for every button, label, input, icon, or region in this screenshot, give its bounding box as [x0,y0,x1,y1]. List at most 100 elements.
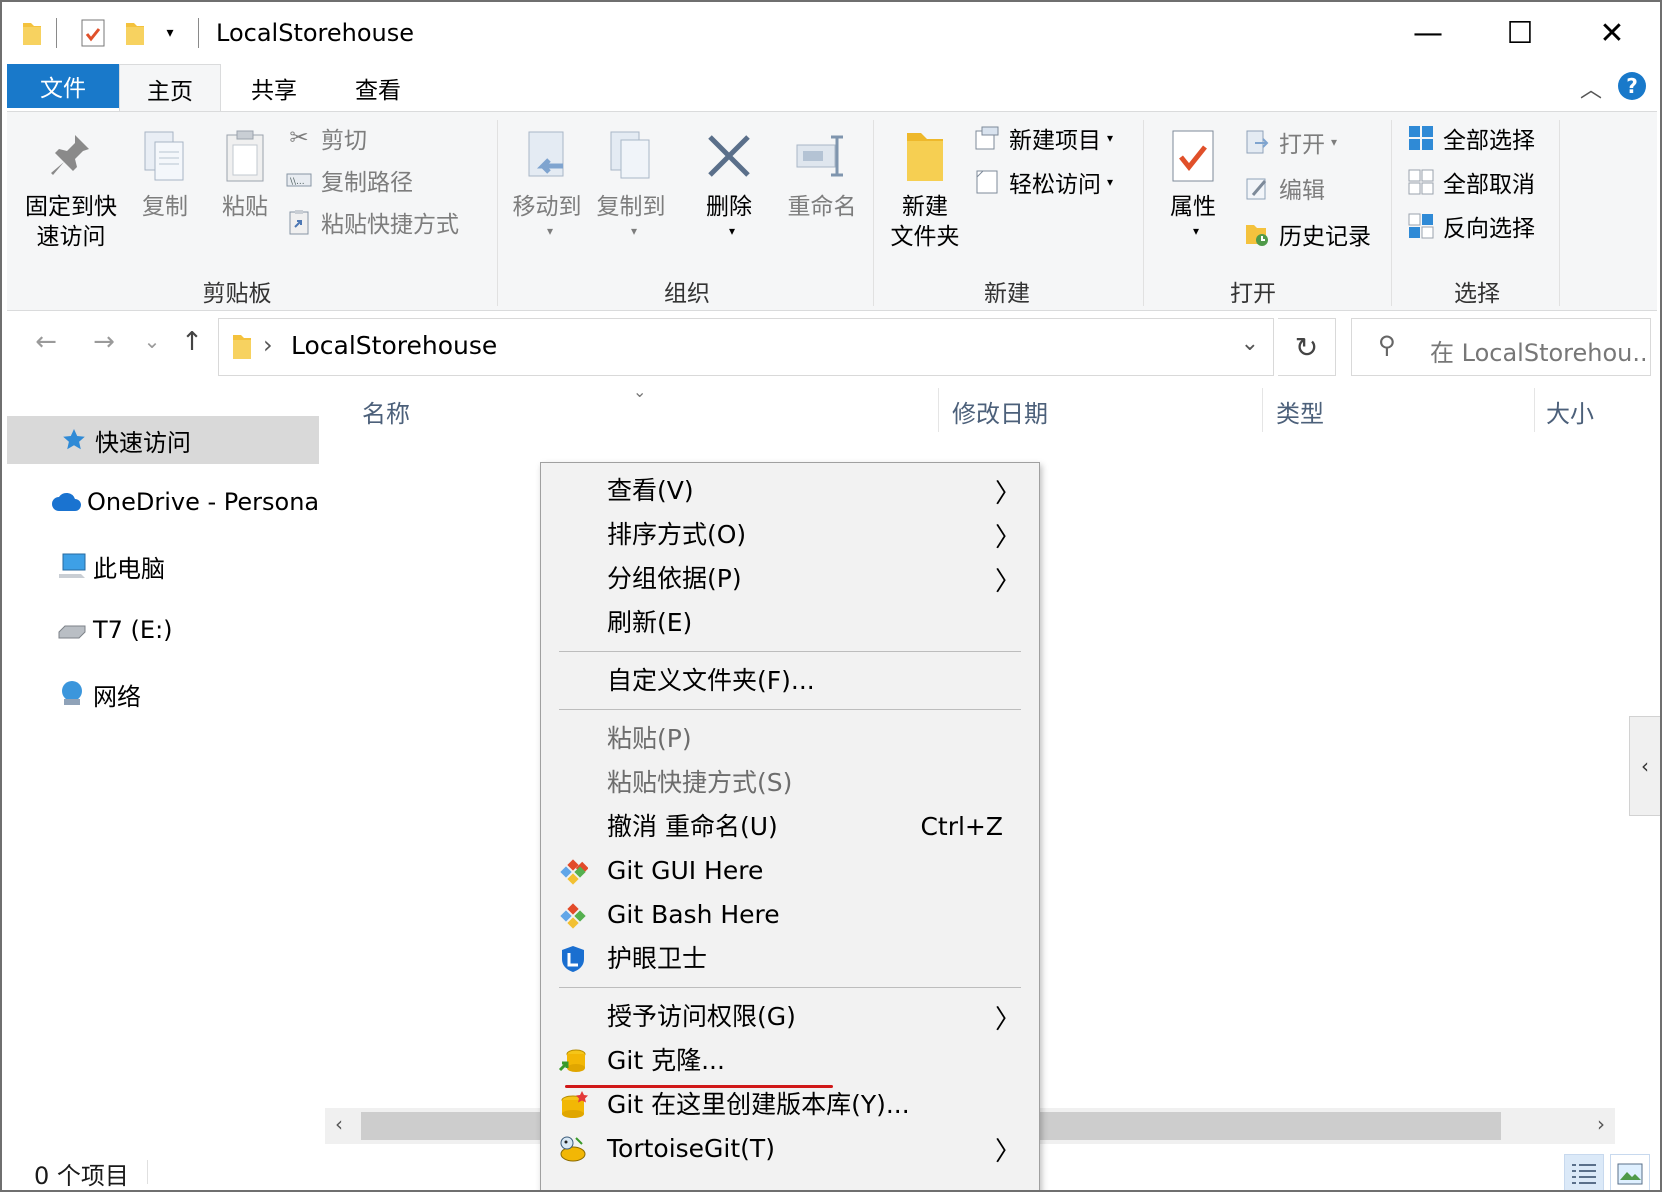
invert-selection-label: 反向选择 [1443,216,1535,242]
properties-button[interactable]: 属性 ▾ [1153,126,1233,246]
minimize-button[interactable]: — [1382,2,1474,64]
navigation-pane: 快速访问 OneDrive - Persona 此电脑 T7 (E:) 网络 [7,382,322,1142]
preview-pane-toggle[interactable]: ‹ [1629,716,1660,816]
menu-item-sort-by[interactable]: 排序方式(O) 〉 [541,513,1039,557]
breadcrumb-chevron-icon[interactable]: › [263,331,273,359]
scroll-left-icon[interactable]: ‹ [335,1112,343,1136]
tab-share[interactable]: 共享 [227,64,321,112]
menu-item-tortoisegit[interactable]: TortoiseGit(T) 〉 [541,1127,1039,1171]
collapse-ribbon-icon[interactable]: ︿ [1580,72,1602,104]
copy-path-label: 复制路径 [321,170,413,196]
computer-icon [55,549,89,583]
history-label: 历史记录 [1279,224,1371,250]
column-header-size[interactable]: 大小 [1546,394,1594,429]
recent-locations-icon[interactable]: ⌄ [132,329,172,353]
search-box[interactable]: ⚲ 在 LocalStorehou... [1351,318,1651,376]
rename-button[interactable]: 重命名 [777,126,867,222]
menu-item-customize-folder[interactable]: 自定义文件夹(F)... [541,659,1039,703]
details-view-button[interactable] [1564,1154,1604,1190]
open-label: 打开 [1279,132,1325,158]
menu-item-git-gui-here[interactable]: Git GUI Here [541,849,1039,893]
history-icon [1243,220,1271,248]
history-button[interactable]: 历史记录 [1243,214,1371,254]
pin-quick-access-button[interactable]: 固定到快 速访问 [19,126,123,252]
nav-item-this-pc[interactable]: 此电脑 [7,542,319,590]
invert-selection-button[interactable]: 反向选择 [1407,206,1535,246]
select-none-button[interactable]: 全部取消 [1407,162,1535,202]
menu-item-label: 自定义文件夹(F)... [607,666,815,695]
search-icon: ⚲ [1378,331,1396,359]
menu-item-refresh[interactable]: 刷新(E) [541,601,1039,645]
maximize-button[interactable]: ☐ [1474,2,1566,64]
customize-quick-access-icon[interactable]: ▾ [158,16,182,50]
paste-shortcut-label: 粘贴快捷方式 [321,212,459,238]
open-button[interactable]: 打开 ▾ [1243,122,1337,162]
column-header-type[interactable]: 类型 [1276,394,1324,429]
help-icon[interactable]: ? [1618,72,1646,100]
tab-file[interactable]: 文件 [7,64,119,108]
paste-button[interactable]: 粘贴 [207,126,283,222]
back-arrow-icon[interactable]: ← [26,327,66,357]
new-folder-button[interactable]: 新建 文件夹 [883,126,967,252]
paste-shortcut-button[interactable]: 粘贴快捷方式 [285,202,459,242]
menu-item-grant-access[interactable]: 授予访问权限(G) 〉 [541,995,1039,1039]
new-folder-quick-icon[interactable] [120,16,150,50]
column-header-name[interactable]: 名称 [362,394,410,429]
close-button[interactable]: ✕ [1566,2,1658,64]
submenu-arrow-icon: 〉 [994,1005,1021,1035]
column-headers: ⌄ 名称 修改日期 类型 大小 [324,382,1660,438]
tab-home[interactable]: 主页 [119,64,221,112]
nav-item-onedrive[interactable]: OneDrive - Persona [7,478,319,526]
menu-item-git-bash-here[interactable]: Git Bash Here [541,893,1039,937]
delete-button[interactable]: 删除 ▾ [691,126,767,246]
menu-separator [559,987,1021,988]
new-folder-label-line1: 新建 [902,194,948,220]
menu-item-label: 护眼卫士 [607,944,708,973]
address-bar[interactable]: › LocalStorehouse ⌄ [218,318,1274,376]
address-history-dropdown-icon[interactable]: ⌄ [1241,331,1259,356]
edit-button[interactable]: 编辑 [1243,168,1325,208]
menu-item-git-clone[interactable]: Git 克隆... [541,1039,1039,1083]
menu-item-label: Git 克隆... [607,1046,725,1075]
paste-shortcut-icon [285,208,313,236]
forward-arrow-icon[interactable]: → [84,327,124,357]
nav-item-label: 快速访问 [95,428,191,457]
window-title: LocalStorehouse [216,19,415,47]
refresh-button[interactable]: ↻ [1278,318,1336,376]
cut-button[interactable]: ✂ 剪切 [285,118,367,158]
easy-access-button[interactable]: 轻松访问 ▾ [973,162,1113,202]
nav-item-quick-access[interactable]: 快速访问 [7,416,319,464]
open-icon [1243,128,1271,156]
menu-item-eye-guard[interactable]: 护眼卫士 [541,937,1039,981]
move-to-button[interactable]: 移动到 ▾ [507,126,587,246]
copy-path-button[interactable]: \\... 复制路径 [285,160,413,200]
new-item-caret: ▾ [1107,131,1114,145]
menu-item-view[interactable]: 查看(V) 〉 [541,469,1039,513]
tab-view[interactable]: 查看 [330,64,426,112]
menu-item-group-by[interactable]: 分组依据(P) 〉 [541,557,1039,601]
copy-to-button[interactable]: 复制到 ▾ [591,126,671,246]
item-count: 0 个项目 [34,1162,129,1190]
properties-quick-icon[interactable] [76,16,110,50]
explorer-window: ▾ LocalStorehouse — ☐ ✕ 文件 主页 共享 查看 ︿ ? … [0,0,1662,1192]
nav-item-network[interactable]: 网络 [7,670,319,718]
new-item-button[interactable]: 新建项目 ▾ [973,118,1113,158]
large-icons-view-button[interactable] [1610,1154,1650,1190]
nav-item-t7-drive[interactable]: T7 (E:) [7,606,319,654]
scroll-right-icon[interactable]: › [1597,1112,1605,1136]
organize-group-label: 组织 [664,281,710,307]
menu-item-label: Git 在这里创建版本库(Y)... [607,1090,910,1119]
pin-label-line2: 速访问 [36,224,106,250]
search-placeholder: 在 LocalStorehou... [1430,339,1645,367]
title-bar: ▾ LocalStorehouse — ☐ ✕ [2,2,1660,64]
paste-label: 粘贴 [222,194,268,220]
breadcrumb-current[interactable]: LocalStorehouse [291,331,497,360]
menu-item-undo-rename[interactable]: 撤消 重命名(U) Ctrl+Z [541,805,1039,849]
eye-guard-icon [557,943,589,975]
scissors-icon: ✂ [289,125,309,151]
up-arrow-icon[interactable]: ↑ [172,327,212,357]
select-all-button[interactable]: 全部选择 [1407,118,1535,158]
copy-button[interactable]: 复制 [127,126,203,222]
menu-item-create-repo[interactable]: Git 在这里创建版本库(Y)... [541,1083,1039,1127]
column-header-date[interactable]: 修改日期 [952,394,1048,429]
